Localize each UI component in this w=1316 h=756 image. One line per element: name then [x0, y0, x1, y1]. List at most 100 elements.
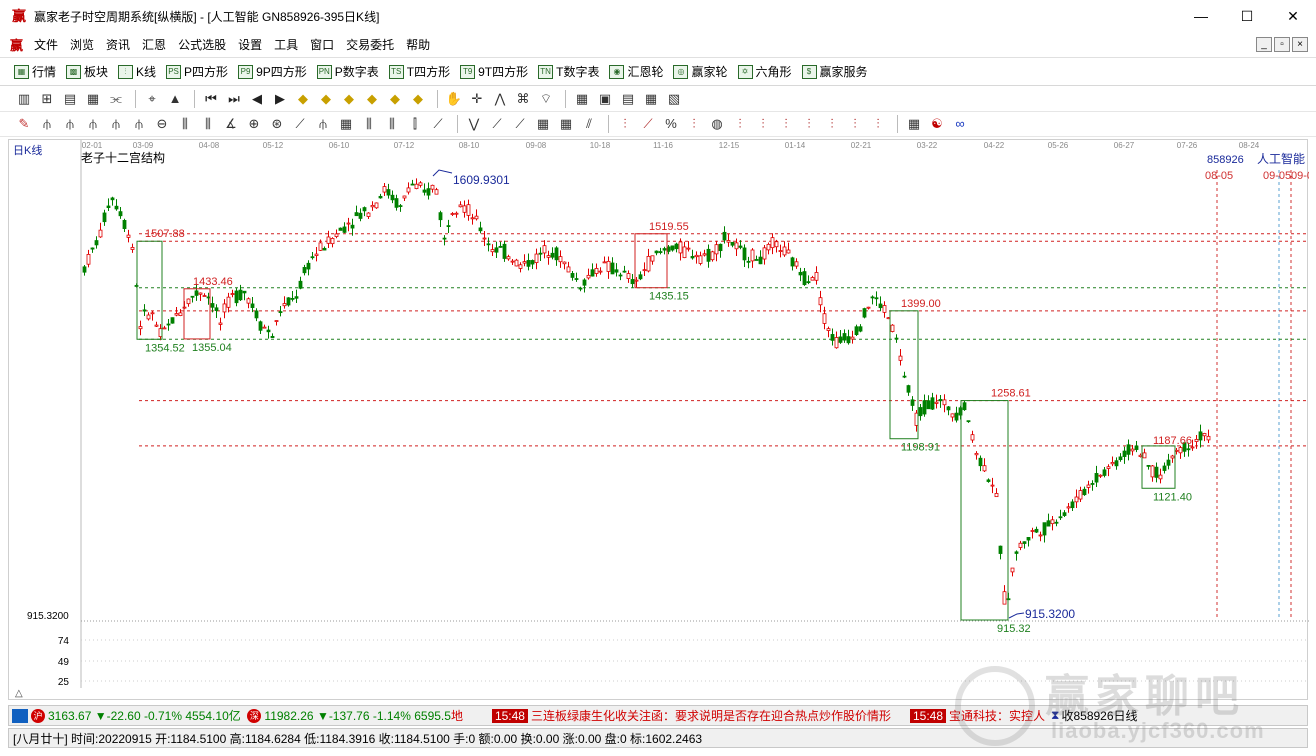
fib8-icon[interactable]: ⫶ [822, 114, 842, 134]
toolbar-button-hexagon[interactable]: ✡ 六角形 [737, 63, 792, 80]
gift-icon[interactable]: ⌘ [513, 89, 533, 109]
prev-icon[interactable]: ◀ [247, 89, 267, 109]
doc-icon[interactable]: ▤ [60, 89, 80, 109]
fib10-icon[interactable]: ⫶ [868, 114, 888, 134]
fib9-icon[interactable]: ⫶ [845, 114, 865, 134]
menu-tools[interactable]: 工具 [268, 36, 304, 53]
menu-browse[interactable]: 浏览 [64, 36, 100, 53]
fib4-icon[interactable]: ⫶ [730, 114, 750, 134]
mdi-restore-button[interactable]: ▫ [1274, 37, 1290, 52]
angle-icon[interactable]: ∡ [221, 114, 241, 134]
kline-chart[interactable]: 02-01 03-09 04-08 05-12 06-10 07-12 08-10 09-08… [9, 140, 1309, 701]
fib1-icon[interactable]: ⫶ [615, 114, 635, 134]
fib3-icon[interactable]: ⫶ [684, 114, 704, 134]
calc-icon[interactable]: ▣ [595, 89, 615, 109]
close-button[interactable]: ✕ [1270, 0, 1316, 32]
zigzag-icon[interactable]: ⋁ [464, 114, 484, 134]
cross-icon[interactable]: ✛ [467, 89, 487, 109]
menu-trade[interactable]: 交易委托 [340, 36, 400, 53]
fork3-icon[interactable]: ⫛ [83, 114, 103, 134]
comb3-icon[interactable]: ⫼ [359, 114, 379, 134]
kline-chart-panel[interactable]: 02-01 03-09 04-08 05-12 06-10 07-12 08-10 09-08… [8, 139, 1309, 701]
coin-icon[interactable]: ◍ [707, 114, 727, 134]
zoom-icon[interactable]: ⊞ [37, 89, 57, 109]
cursor-icon[interactable]: ⌖ [142, 89, 162, 109]
toolbar-button-ts[interactable]: TS T四方形 [388, 63, 450, 80]
calendar-icon[interactable]: ▦ [572, 89, 592, 109]
menu-file[interactable]: 文件 [28, 36, 64, 53]
toolbar-button-win-wheel[interactable]: ◎ 赢家轮 [673, 63, 728, 80]
export-icon[interactable]: ▧ [664, 89, 684, 109]
diamond1-icon[interactable]: ◆ [293, 89, 313, 109]
comb2-icon[interactable]: ⫼ [198, 114, 218, 134]
first-icon[interactable]: ⏮ [201, 89, 221, 109]
bars-icon[interactable]: ▦ [83, 89, 103, 109]
news-headline-1[interactable]: 三连板绿康生化收关注函：要求说明是否存在迎合热点炒作股价情形 [531, 707, 891, 724]
toolbar-button-p9[interactable]: P9 9P四方形 [238, 63, 307, 80]
next-icon[interactable]: ▶ [270, 89, 290, 109]
fib5-icon[interactable]: ⫶ [753, 114, 773, 134]
toolbar-button-blocks[interactable]: ▩ 板块 [66, 63, 108, 80]
mdi-close-button[interactable]: × [1292, 37, 1308, 52]
toolbar-button-pn[interactable]: PN P数字表 [316, 63, 379, 80]
diamond5-icon[interactable]: ◆ [385, 89, 405, 109]
fan6-icon[interactable]: ⫽ [579, 114, 599, 134]
fork4-icon[interactable]: ⫛ [106, 114, 126, 134]
yinyang-icon[interactable]: ☯ [927, 114, 947, 134]
menu-settings[interactable]: 设置 [232, 36, 268, 53]
comb4-icon[interactable]: ⫼ [382, 114, 402, 134]
box1-icon[interactable]: ▦ [533, 114, 553, 134]
fan4-icon[interactable]: ⟋ [487, 114, 507, 134]
toolbar-button-wheel[interactable]: ◉ 汇恩轮 [609, 63, 663, 80]
fork6-icon[interactable]: ⫛ [313, 114, 333, 134]
fib2-icon[interactable]: ⟋ [638, 114, 658, 134]
toolbar-button-dollar[interactable]: $ 赢家服务 [801, 63, 868, 80]
menu-news[interactable]: 资讯 [100, 36, 136, 53]
toolbar-button-ps[interactable]: PS P四方形 [166, 63, 228, 80]
fan5-icon[interactable]: ⟋ [510, 114, 530, 134]
hand-icon[interactable]: ✋ [444, 89, 464, 109]
link-icon[interactable]: ∞ [950, 114, 970, 134]
grid2-icon[interactable]: ▦ [336, 114, 356, 134]
diamond6-icon[interactable]: ◆ [408, 89, 428, 109]
comb1-icon[interactable]: ⫼ [175, 114, 195, 134]
fan2-icon[interactable]: ⟋ [290, 114, 310, 134]
fib6-icon[interactable]: ⫶ [776, 114, 796, 134]
table-icon[interactable]: ▦ [904, 114, 924, 134]
gear2-icon[interactable]: ⊛ [267, 114, 287, 134]
gear1-icon[interactable]: ⊕ [244, 114, 264, 134]
box2-icon[interactable]: ▦ [556, 114, 576, 134]
mdi-minimize-button[interactable]: _ [1256, 37, 1272, 52]
diamond2-icon[interactable]: ◆ [316, 89, 336, 109]
print-icon[interactable]: ▦ [641, 89, 661, 109]
fork1-icon[interactable]: ⫛ [37, 114, 57, 134]
maximize-button[interactable]: ☐ [1224, 0, 1270, 32]
menu-help[interactable]: 帮助 [400, 36, 436, 53]
chart-icon[interactable]: ▲ [165, 89, 185, 109]
last-icon[interactable]: ⏭ [224, 89, 244, 109]
news-headline-2[interactable]: 宝通科技：实控人 [949, 707, 1045, 724]
minimize-button[interactable]: — [1178, 0, 1224, 32]
circle-icon[interactable]: ⊖ [152, 114, 172, 134]
menu-window[interactable]: 窗口 [304, 36, 340, 53]
fan3-icon[interactable]: ⟋ [428, 114, 448, 134]
layout-icon[interactable]: ▥ [14, 89, 34, 109]
panel-toggle-icon[interactable] [12, 708, 28, 723]
bracket-icon[interactable]: ⫿ [405, 114, 425, 134]
fork2-icon[interactable]: ⫛ [60, 114, 80, 134]
diamond3-icon[interactable]: ◆ [339, 89, 359, 109]
wave-icon[interactable]: ⋀ [490, 89, 510, 109]
pen-icon[interactable]: ✎ [14, 114, 34, 134]
percent-icon[interactable]: % [661, 114, 681, 134]
toolbar-button-t9[interactable]: T9 9T四方形 [460, 63, 528, 80]
line-icon[interactable]: ⫘ [106, 89, 126, 109]
toolbar-button-grid[interactable]: ▦ 行情 [14, 63, 56, 80]
fan-icon[interactable]: ⌔ [536, 89, 556, 109]
toolbar-button-tn[interactable]: TN T数字表 [538, 63, 599, 80]
menu-formula-select[interactable]: 公式选股 [172, 36, 232, 53]
toolbar-button-kline[interactable]: ⫶ K线 [118, 63, 156, 80]
fib7-icon[interactable]: ⫶ [799, 114, 819, 134]
diamond4-icon[interactable]: ◆ [362, 89, 382, 109]
fork5-icon[interactable]: ⫛ [129, 114, 149, 134]
menu-huien[interactable]: 汇恩 [136, 36, 172, 53]
